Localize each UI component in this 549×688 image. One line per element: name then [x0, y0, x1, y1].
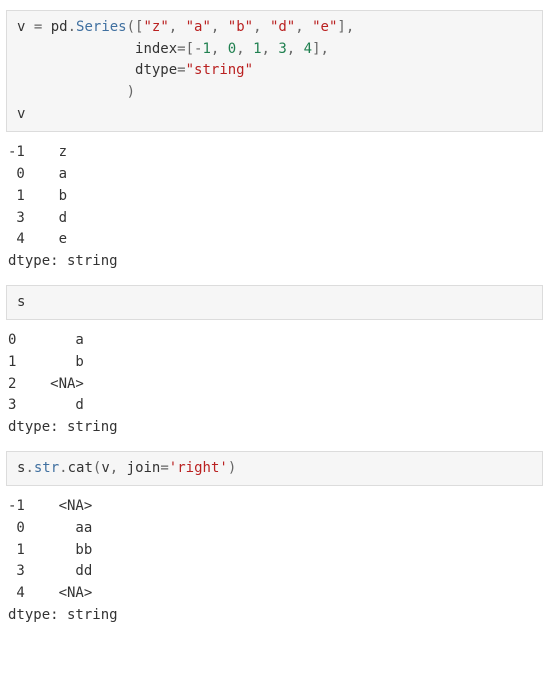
- output-cell-1: -1 z 0 a 1 b 3 d 4 e dtype: string: [6, 136, 543, 280]
- code-cell-2[interactable]: s: [6, 285, 543, 321]
- code-cell-0[interactable]: v = pd.Series(["z", "a", "b", "d", "e"],…: [6, 10, 543, 132]
- document-root: v = pd.Series(["z", "a", "b", "d", "e"],…: [6, 10, 543, 635]
- output-cell-3: 0 a 1 b 2 <NA> 3 d dtype: string: [6, 324, 543, 446]
- output-cell-5: -1 <NA> 0 aa 1 bb 3 dd 4 <NA> dtype: str…: [6, 490, 543, 634]
- code-cell-4[interactable]: s.str.cat(v, join='right'): [6, 451, 543, 487]
